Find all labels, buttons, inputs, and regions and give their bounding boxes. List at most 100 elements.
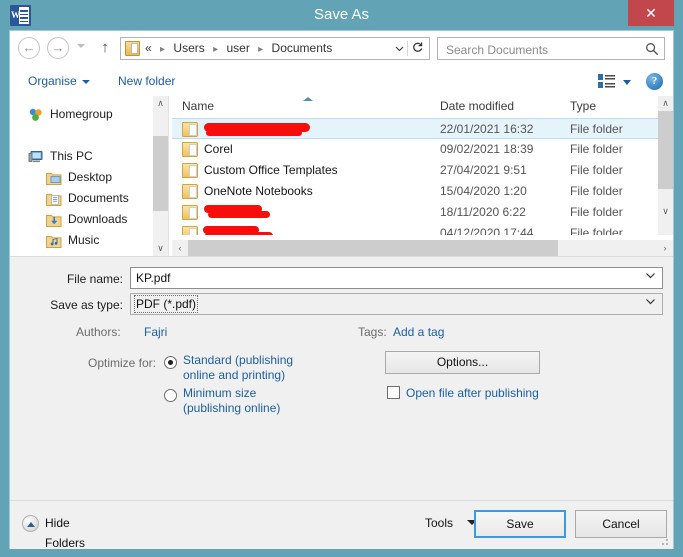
table-row[interactable]: 18/11/2020 6:22 File folder <box>172 202 658 223</box>
save-as-type-label: Save as type: <box>50 298 123 312</box>
organise-button[interactable]: Organise <box>22 70 96 92</box>
file-rows: 22/01/2021 16:32 File folder Corel 09/02… <box>172 118 658 235</box>
radio-minimum-line1: Minimum size <box>183 386 257 400</box>
navigation-pane-scrollbar[interactable]: ∧ ∨ <box>153 96 168 256</box>
file-date: 09/02/2021 18:39 <box>440 142 534 156</box>
file-name-field[interactable]: KP.pdf <box>130 267 663 289</box>
column-header-date-modified[interactable]: Date modified <box>434 96 564 117</box>
scroll-up-icon[interactable]: ∧ <box>658 96 673 111</box>
scroll-down-icon[interactable]: ∨ <box>658 204 673 219</box>
file-date: 22/01/2021 16:32 <box>440 122 534 136</box>
view-dropdown-icon[interactable] <box>623 80 631 85</box>
file-name-label: File name: <box>66 272 123 286</box>
file-date: 04/12/2020 17:44 <box>440 226 534 235</box>
sort-ascending-icon <box>303 97 313 101</box>
file-date: 15/04/2020 1:20 <box>440 184 527 198</box>
save-options-form: File name: KP.pdf Save as type: PDF (*.p… <box>10 256 673 550</box>
search-input[interactable] <box>444 38 638 61</box>
music-folder-icon <box>46 233 62 249</box>
address-bar[interactable]: « ▸ Users ▸ user ▸ Documents <box>120 37 430 60</box>
radio-standard-label[interactable]: Standard (publishing online and printing… <box>183 353 353 383</box>
table-row[interactable]: Custom Office Templates 27/04/2021 9:51 … <box>172 160 658 181</box>
scroll-down-icon[interactable]: ∨ <box>153 241 168 256</box>
file-list-vertical-scrollbar[interactable]: ∧ ∨ <box>658 96 673 235</box>
table-row[interactable]: 22/01/2021 16:32 File folder <box>172 118 658 139</box>
open-file-after-publishing-label[interactable]: Open file after publishing <box>406 385 539 401</box>
chevron-down-icon[interactable] <box>645 271 656 285</box>
radio-minimum-size-label[interactable]: Minimum size (publishing online) <box>183 386 353 416</box>
file-date: 18/11/2020 6:22 <box>440 205 526 219</box>
radio-standard[interactable] <box>164 356 177 369</box>
homegroup-icon <box>28 107 44 123</box>
view-list-icon[interactable] <box>598 74 615 89</box>
save-button[interactable]: Save <box>474 510 566 538</box>
navigation-pane: Homegroup This PC Desktop Documents Down… <box>10 96 168 256</box>
command-bar: Organise New folder ? <box>10 66 673 97</box>
this-pc-icon <box>28 149 44 165</box>
documents-folder-icon <box>46 191 62 207</box>
radio-standard-line2: online and printing) <box>183 368 286 382</box>
address-dropdown-icon[interactable] <box>393 43 405 55</box>
file-name: Custom Office Templates <box>204 163 338 177</box>
open-file-after-publishing-checkbox[interactable] <box>387 386 400 399</box>
desktop-folder-icon <box>46 170 62 186</box>
table-row[interactable]: 04/12/2020 17:44 File folder <box>172 223 658 235</box>
column-header-name[interactable]: Name <box>172 96 434 117</box>
file-type: File folder <box>570 122 623 136</box>
folder-icon <box>182 226 198 235</box>
breadcrumb-separator-icon: ▸ <box>160 44 166 55</box>
scroll-left-icon[interactable]: ‹ <box>172 240 188 256</box>
help-icon[interactable]: ? <box>646 73 663 90</box>
refresh-button[interactable] <box>407 41 426 56</box>
file-type: File folder <box>570 184 623 198</box>
options-button[interactable]: Options... <box>385 351 540 374</box>
navigation-row: ← → ↑ « ▸ Users ▸ user ▸ Documents <box>10 31 673 66</box>
options-button-label: Options... <box>436 355 489 369</box>
table-row[interactable]: OneNote Notebooks 15/04/2020 1:20 File f… <box>172 181 658 202</box>
scrollbar-thumb[interactable] <box>658 111 673 189</box>
forward-button[interactable]: → <box>47 37 69 59</box>
column-header-row: Name Date modified Type <box>172 96 658 119</box>
radio-minimum-size[interactable] <box>164 389 177 402</box>
tools-button[interactable]: Tools <box>425 514 453 532</box>
close-button[interactable]: ✕ <box>628 0 674 26</box>
authors-value[interactable]: Fajri <box>144 323 167 341</box>
file-date: 27/04/2021 9:51 <box>440 163 527 177</box>
file-type: File folder <box>570 205 623 219</box>
save-as-dialog-window: W Save As ✕ ← → ↑ « ▸ Users ▸ user ▸ Doc… <box>0 0 683 557</box>
add-a-tag-link[interactable]: Add a tag <box>393 323 444 341</box>
folder-icon <box>182 163 198 178</box>
file-list-pane: Name Date modified Type 22/01/2021 16:32 <box>172 96 673 256</box>
new-folder-button[interactable]: New folder <box>112 70 181 92</box>
breadcrumb-overflow[interactable]: « <box>145 41 152 55</box>
recent-locations-icon[interactable] <box>77 44 85 48</box>
chevron-down-icon[interactable] <box>645 297 656 311</box>
sidebar-item-label: Music <box>68 233 100 247</box>
cancel-button[interactable]: Cancel <box>575 510 667 538</box>
up-one-level-button[interactable]: ↑ <box>96 38 114 58</box>
resize-grip-icon[interactable] <box>660 537 670 547</box>
search-icon[interactable] <box>645 42 659 56</box>
scroll-right-icon[interactable]: › <box>657 240 673 256</box>
search-box[interactable] <box>437 37 665 61</box>
hide-folders-label: Hide Folders <box>45 516 86 550</box>
scrollbar-thumb[interactable] <box>153 136 168 211</box>
breadcrumb-separator-icon: ▸ <box>213 44 219 55</box>
save-as-type-field[interactable]: PDF (*.pdf) <box>130 293 663 315</box>
column-header-type[interactable]: Type <box>564 96 658 117</box>
authors-label: Authors: <box>76 325 121 339</box>
file-list-horizontal-scrollbar[interactable]: ‹ › <box>172 240 673 256</box>
breadcrumb: « ▸ Users ▸ user ▸ Documents <box>145 38 332 59</box>
folder-icon <box>182 184 198 199</box>
scrollbar-thumb[interactable] <box>188 240 558 256</box>
breadcrumb-item-documents[interactable]: Documents <box>272 41 333 55</box>
breadcrumb-item-user[interactable]: user <box>226 41 249 55</box>
sidebar-item-label: Homegroup <box>50 107 113 121</box>
scroll-up-icon[interactable]: ∧ <box>153 96 168 111</box>
folder-icon <box>182 205 198 220</box>
organise-label: Organise <box>28 74 77 88</box>
table-row[interactable]: Corel 09/02/2021 18:39 File folder <box>172 139 658 160</box>
breadcrumb-item-users[interactable]: Users <box>173 41 204 55</box>
back-button[interactable]: ← <box>18 37 40 59</box>
collapse-arrow-icon <box>22 515 39 532</box>
